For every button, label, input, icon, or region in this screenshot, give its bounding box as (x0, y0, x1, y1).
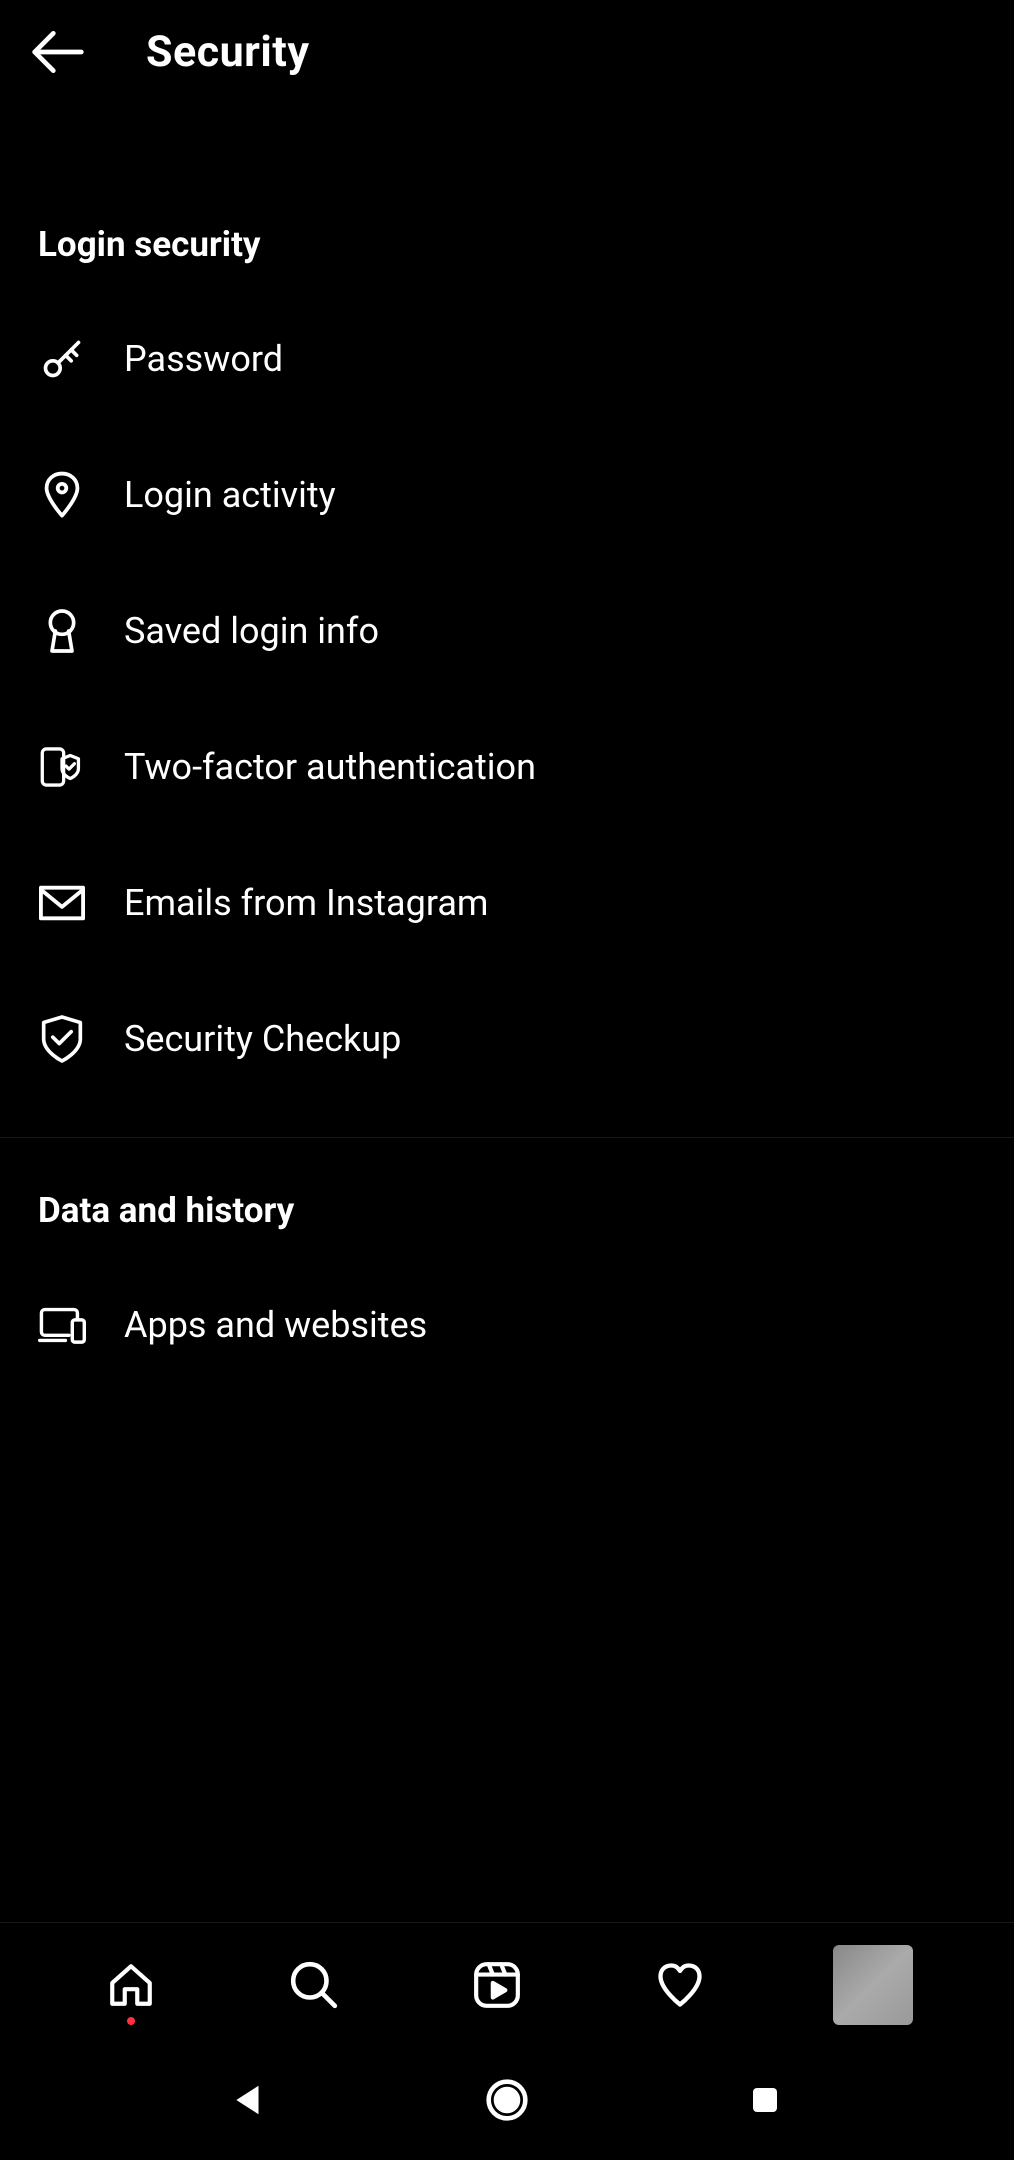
item-label: Security Checkup (124, 1018, 401, 1060)
shield-check-icon (38, 1015, 86, 1063)
system-nav (0, 2047, 1014, 2160)
item-label: Password (124, 338, 283, 380)
keyhole-icon (38, 607, 86, 655)
item-two-factor[interactable]: Two-factor authentication (0, 699, 1014, 835)
notification-dot (127, 2017, 135, 2025)
system-home[interactable] (482, 2075, 532, 2125)
devices-icon (38, 1301, 86, 1349)
back-arrow-icon (30, 24, 86, 80)
key-icon (38, 335, 86, 383)
system-back[interactable] (224, 2075, 274, 2125)
nav-reels[interactable] (467, 1955, 527, 2015)
device-shield-icon (38, 743, 86, 791)
location-icon (38, 471, 86, 519)
item-label: Login activity (124, 474, 336, 516)
nav-profile[interactable] (833, 1945, 913, 2025)
back-button[interactable] (30, 24, 86, 80)
heart-icon (654, 1959, 706, 2011)
reels-icon (472, 1960, 522, 2010)
nav-search[interactable] (284, 1955, 344, 2015)
search-icon (289, 1960, 339, 2010)
page-title: Security (146, 27, 310, 77)
item-label: Two-factor authentication (124, 746, 536, 788)
nav-activity[interactable] (650, 1955, 710, 2015)
system-recent[interactable] (740, 2075, 790, 2125)
content: Login security Password Login activity (0, 104, 1014, 1922)
profile-avatar (833, 1945, 913, 2025)
nav-home[interactable] (101, 1955, 161, 2015)
item-password[interactable]: Password (0, 291, 1014, 427)
item-login-activity[interactable]: Login activity (0, 427, 1014, 563)
item-label: Emails from Instagram (124, 882, 489, 924)
item-label: Apps and websites (124, 1304, 427, 1346)
mail-icon (38, 879, 86, 927)
square-recent-icon (749, 2084, 781, 2116)
item-label: Saved login info (124, 610, 379, 652)
item-security-checkup[interactable]: Security Checkup (0, 971, 1014, 1107)
home-icon (106, 1960, 156, 2010)
section-title-login: Login security (0, 224, 1014, 291)
section-title-data: Data and history (0, 1190, 1014, 1257)
item-emails[interactable]: Emails from Instagram (0, 835, 1014, 971)
circle-home-icon (485, 2078, 529, 2122)
item-apps-websites[interactable]: Apps and websites (0, 1257, 1014, 1393)
triangle-back-icon (230, 2081, 268, 2119)
divider (0, 1137, 1014, 1138)
header: Security (0, 0, 1014, 104)
bottom-nav (0, 1922, 1014, 2047)
item-saved-login[interactable]: Saved login info (0, 563, 1014, 699)
